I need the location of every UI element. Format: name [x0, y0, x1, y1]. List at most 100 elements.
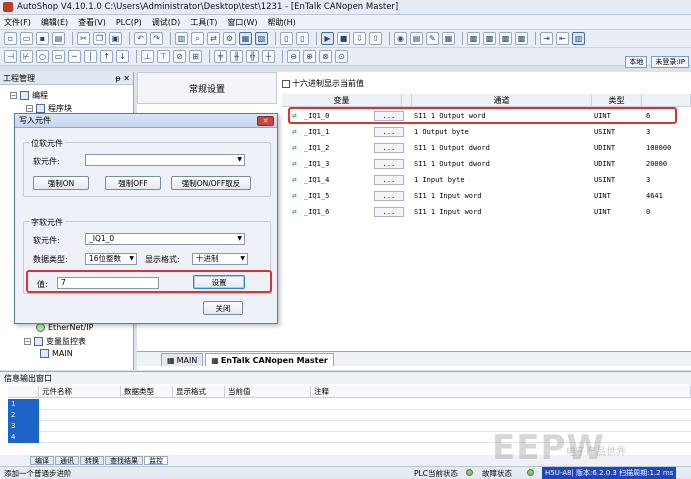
- ladder-c-icon[interactable]: ╬: [246, 50, 259, 63]
- tree-item-var-monitor[interactable]: − 变量监控表: [24, 336, 86, 347]
- falling-edge-icon[interactable]: ⊤: [157, 50, 170, 63]
- contact-no-icon[interactable]: ⊣: [4, 50, 17, 63]
- pen-icon[interactable]: ✎: [426, 32, 439, 45]
- cell-value[interactable]: 3: [646, 172, 650, 188]
- ladder-b-icon[interactable]: ╫: [230, 50, 243, 63]
- document-icon[interactable]: ▯: [280, 32, 293, 45]
- delete-icon[interactable]: ▥: [175, 32, 188, 45]
- output-row[interactable]: 2: [8, 410, 691, 421]
- browse-button[interactable]: ...: [374, 127, 404, 137]
- cell-variable[interactable]: _IQ1_6: [304, 204, 329, 220]
- menu-file[interactable]: 文件(F): [4, 17, 31, 28]
- search-icon[interactable]: ⌕: [191, 32, 204, 45]
- invert-icon[interactable]: ⊘: [173, 50, 186, 63]
- download-icon[interactable]: ⇩: [353, 32, 366, 45]
- ladder-a-icon[interactable]: ╪: [214, 50, 227, 63]
- window-split-icon[interactable]: ▧: [255, 32, 268, 45]
- force-off-button[interactable]: 强制OFF: [105, 176, 161, 190]
- close-icon[interactable]: ✕: [123, 74, 130, 83]
- cell-value[interactable]: 4641: [646, 188, 663, 204]
- monitor-icon[interactable]: ◉: [394, 32, 407, 45]
- force-on-button[interactable]: 强制ON: [33, 176, 89, 190]
- tool-c-icon[interactable]: ▩: [499, 32, 512, 45]
- arrow-up-icon[interactable]: ↑: [100, 50, 113, 63]
- browse-button[interactable]: ...: [374, 159, 404, 169]
- force-toggle-button[interactable]: 强制ON/OFF取反: [171, 176, 251, 190]
- word-element-select[interactable]: _IQ1_0 ▼: [85, 233, 245, 245]
- menu-window[interactable]: 窗口(W): [227, 17, 257, 28]
- ladder-g-icon[interactable]: ⊗: [319, 50, 332, 63]
- col-header-variable[interactable]: 变量: [282, 94, 402, 107]
- open-folder-icon[interactable]: ▭: [20, 32, 33, 45]
- monitor-table-icon[interactable]: ▤: [410, 32, 423, 45]
- tab-entalk-canopen-master[interactable]: ▦ EnTalk CANopen Master: [205, 353, 334, 366]
- tab-communication[interactable]: 通讯: [55, 456, 79, 465]
- cut-icon[interactable]: ✂: [77, 32, 90, 45]
- cell-value[interactable]: 100000: [646, 140, 671, 156]
- collapse-icon[interactable]: −: [24, 338, 31, 345]
- collapse-icon[interactable]: −: [26, 105, 33, 112]
- menu-tools[interactable]: 工具(T): [190, 17, 217, 28]
- collapse-icon[interactable]: −: [10, 92, 17, 99]
- function-block-icon[interactable]: ▭: [52, 50, 65, 63]
- hex-checkbox[interactable]: [282, 79, 290, 88]
- login-icon[interactable]: ⇥: [540, 32, 553, 45]
- tool-a-icon[interactable]: ▩: [467, 32, 480, 45]
- document2-icon[interactable]: ▯: [296, 32, 309, 45]
- coil-icon[interactable]: ○: [36, 50, 49, 63]
- general-settings-header[interactable]: 常规设置: [137, 72, 277, 104]
- step-icon[interactable]: ⊞: [189, 50, 202, 63]
- run-icon[interactable]: ▶: [321, 32, 334, 45]
- bit-element-select[interactable]: ▼: [85, 154, 245, 166]
- rising-edge-icon[interactable]: ⊥: [141, 50, 154, 63]
- output-col-name[interactable]: 元件名称: [39, 386, 121, 398]
- menu-edit[interactable]: 编辑(E): [41, 17, 68, 28]
- datatype-select[interactable]: 16位整数 ▼: [85, 253, 137, 265]
- new-file-icon[interactable]: ▫: [4, 32, 17, 45]
- output-col-value[interactable]: 当前值: [225, 386, 311, 398]
- output-row[interactable]: 1: [8, 399, 691, 410]
- tab-monitor[interactable]: 监控: [144, 456, 168, 465]
- settings-icon[interactable]: ⚙: [223, 32, 236, 45]
- col-header-value[interactable]: [642, 94, 691, 107]
- output-col-datatype[interactable]: 数据类型: [121, 386, 173, 398]
- tab-compile[interactable]: 编译: [30, 456, 54, 465]
- cell-variable[interactable]: _IQ1_3: [304, 156, 329, 172]
- dialog-close-icon[interactable]: ✕: [257, 116, 274, 126]
- panel-icon[interactable]: ▥: [572, 32, 585, 45]
- tab-main[interactable]: ▦ MAIN: [161, 353, 204, 366]
- ladder-e-icon[interactable]: ⊖: [287, 50, 300, 63]
- table-row[interactable]: ⇄ _IQ1_4... 1 Input byte USINT 3: [282, 172, 691, 188]
- menu-view[interactable]: 查看(V): [78, 17, 106, 28]
- table-row[interactable]: ⇄ _IQ1_2... SI1 1 Output dword UDINT 100000: [282, 140, 691, 156]
- grid-icon[interactable]: ▦: [442, 32, 455, 45]
- output-col-format[interactable]: 显示格式: [173, 386, 225, 398]
- save-icon[interactable]: ▪: [36, 32, 49, 45]
- cell-variable[interactable]: _IQ1_2: [304, 140, 329, 156]
- hex-display-option[interactable]: 十六进制显示当前值: [282, 78, 364, 89]
- copy-icon[interactable]: ❐: [93, 32, 106, 45]
- menu-debug[interactable]: 调试(D): [152, 17, 180, 28]
- browse-button[interactable]: ...: [374, 191, 404, 201]
- local-button[interactable]: 本地: [625, 56, 648, 68]
- window-icon[interactable]: ▦: [239, 32, 252, 45]
- col-header-type[interactable]: 类型: [592, 94, 642, 107]
- cell-variable[interactable]: _IQ1_1: [304, 124, 329, 140]
- table-row[interactable]: ⇄ _IQ1_3... SI1 1 Output dword UDINT 20000: [282, 156, 691, 172]
- cell-value[interactable]: 20000: [646, 156, 667, 172]
- tab-find-results[interactable]: 查找结果: [105, 456, 143, 465]
- tool-d-icon[interactable]: ▩: [515, 32, 528, 45]
- menu-plc[interactable]: PLC(P): [116, 18, 142, 27]
- table-row[interactable]: ⇄ _IQ1_5... SI1 1 Input word UINT 4641: [282, 188, 691, 204]
- ladder-d-icon[interactable]: ┼: [262, 50, 275, 63]
- format-select[interactable]: 十进制 ▼: [192, 253, 248, 265]
- vline-icon[interactable]: │: [84, 50, 97, 63]
- tree-item-main[interactable]: MAIN: [40, 349, 73, 358]
- arrow-down-icon[interactable]: ↓: [116, 50, 129, 63]
- tree-item-program[interactable]: − 编程: [10, 90, 48, 101]
- redo-icon[interactable]: ↷: [150, 32, 163, 45]
- contact-nc-icon[interactable]: ⊬: [20, 50, 33, 63]
- hline-icon[interactable]: ─: [68, 50, 81, 63]
- table-row[interactable]: ⇄ _IQ1_1... 1 Output byte USINT 3: [282, 124, 691, 140]
- menu-help[interactable]: 帮助(H): [268, 17, 296, 28]
